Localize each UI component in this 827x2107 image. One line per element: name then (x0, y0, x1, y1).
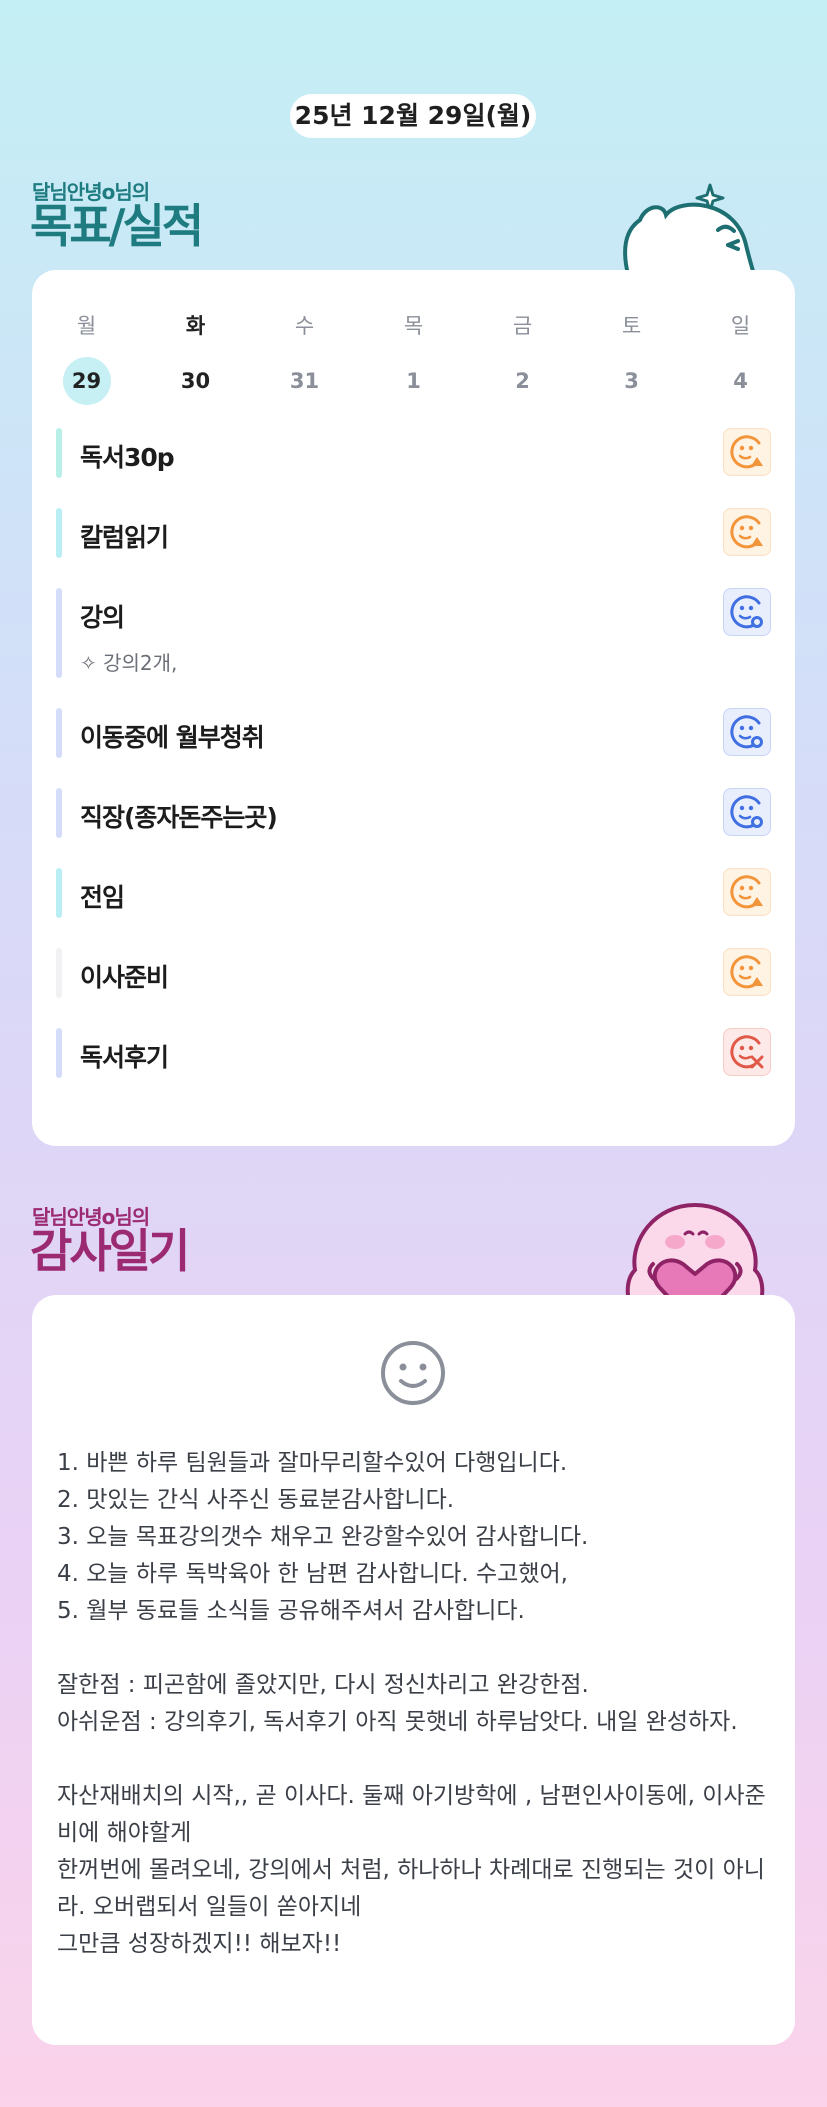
goal-label: 직장(종자돈주는곳) (80, 803, 278, 832)
goal-status-triangle-icon[interactable] (723, 428, 771, 476)
goal-status-circle-icon[interactable] (723, 708, 771, 756)
goal-item[interactable]: 칼럼읽기 (56, 508, 771, 558)
goal-status-x-icon[interactable] (723, 1028, 771, 1076)
gratitude-diary-text: 1. 바쁜 하루 팀원들과 잘마무리할수있어 다행입니다. 2. 맛있는 간식 사… (57, 1445, 767, 1963)
goal-item[interactable]: 강의 ✧ 강의2개, (56, 588, 771, 678)
goal-label: 전임 (80, 883, 125, 912)
goal-color-bar (56, 428, 62, 478)
goal-item[interactable]: 이동중에 월부청취 (56, 708, 771, 758)
diary-line (57, 1741, 767, 1778)
goal-color-bar (56, 948, 62, 998)
goal-label: 이동중에 월부청취 (80, 723, 265, 752)
diary-line: 잘한점 : 피곤함에 졸았지만, 다시 정신차리고 완강한점. (57, 1672, 589, 1698)
diary-line (57, 1630, 767, 1667)
diary-line: 5. 월부 동료들 소식들 공유해주셔서 감사합니다. (57, 1598, 525, 1624)
goal-sub-note: ✧ 강의2개, (80, 647, 177, 676)
goal-color-bar (56, 508, 62, 558)
goal-label: 강의 (80, 603, 125, 632)
diary-line: 3. 오늘 목표강의갯수 채우고 완강할수있어 감사합니다. (57, 1524, 589, 1550)
goal-item[interactable]: 독서후기 (56, 1028, 771, 1078)
goal-label: 이사준비 (80, 963, 169, 992)
date-cell[interactable]: 1 (359, 357, 468, 405)
weekday-label: 화 (185, 314, 206, 338)
date-cell[interactable]: 4 (686, 357, 795, 405)
goal-color-bar (56, 588, 62, 678)
goals-card: 월 화 수 목 금 토 일 29 30 31 1 2 3 4 독서30p 칼럼읽기… (32, 270, 795, 1146)
goal-status-triangle-icon[interactable] (723, 868, 771, 916)
goal-item[interactable]: 직장(종자돈주는곳) (56, 788, 771, 838)
weekday-row: 월 화 수 목 금 토 일 (32, 310, 795, 340)
sparkle-icon: ✧ (80, 651, 97, 675)
date-cell[interactable]: 31 (250, 357, 359, 405)
goal-item[interactable]: 전임 (56, 868, 771, 918)
goal-item[interactable]: 독서30p (56, 428, 771, 478)
diary-line: 한꺼번에 몰려오네, 강의에서 처럼, 하나하나 차례대로 진행되는 것이 아니… (57, 1857, 765, 1920)
diary-line: 2. 맛있는 간식 사주신 동료분감사합니다. (57, 1487, 455, 1513)
weekday-label: 수 (294, 314, 315, 338)
gratitude-title: 감사일기 (30, 1224, 190, 1278)
goal-status-triangle-icon[interactable] (723, 948, 771, 996)
weekday-label: 금 (512, 314, 533, 338)
gratitude-card: 1. 바쁜 하루 팀원들과 잘마무리할수있어 다행입니다. 2. 맛있는 간식 사… (32, 1295, 795, 2045)
goal-status-circle-icon[interactable] (723, 588, 771, 636)
weekday-label: 목 (403, 314, 424, 338)
goal-sub-text: 강의2개, (103, 651, 178, 675)
goal-status-circle-icon[interactable] (723, 788, 771, 836)
date-cell[interactable]: 3 (577, 357, 686, 405)
goal-status-triangle-icon[interactable] (723, 508, 771, 556)
date-row: 29 30 31 1 2 3 4 (32, 357, 795, 405)
goal-color-bar (56, 1028, 62, 1078)
goal-item[interactable]: 이사준비 (56, 948, 771, 998)
diary-line: 아쉬운점 : 강의후기, 독서후기 아직 못햇네 하루남앗다. 내일 완성하자. (57, 1709, 738, 1735)
diary-line: 4. 오늘 하루 독박육아 한 남편 감사합니다. 수고했어, (57, 1561, 568, 1587)
diary-line: 자산재배치의 시작,, 곧 이사다. 둘째 아기방학에 , 남편인사이동에, 이… (57, 1783, 766, 1846)
weekday-label: 토 (621, 314, 642, 338)
goal-color-bar (56, 708, 62, 758)
diary-line: 1. 바쁜 하루 팀원들과 잘마무리할수있어 다행입니다. (57, 1450, 568, 1476)
goal-label: 독서30p (80, 443, 175, 472)
date-pill[interactable]: 25년 12월 29일(월) (290, 94, 536, 138)
date-cell[interactable]: 2 (468, 357, 577, 405)
goal-label: 독서후기 (80, 1043, 169, 1072)
smile-icon (381, 1341, 445, 1405)
goal-label: 칼럼읽기 (80, 523, 169, 552)
date-cell-today[interactable]: 29 (32, 357, 141, 405)
goals-title: 목표/실적 (30, 199, 204, 253)
diary-line: 그만큼 성장하겠지!! 해보자!! (57, 1931, 342, 1957)
date-cell[interactable]: 30 (141, 357, 250, 405)
weekday-label: 일 (730, 314, 751, 338)
weekday-label: 월 (76, 314, 97, 338)
goal-color-bar (56, 868, 62, 918)
goal-color-bar (56, 788, 62, 838)
